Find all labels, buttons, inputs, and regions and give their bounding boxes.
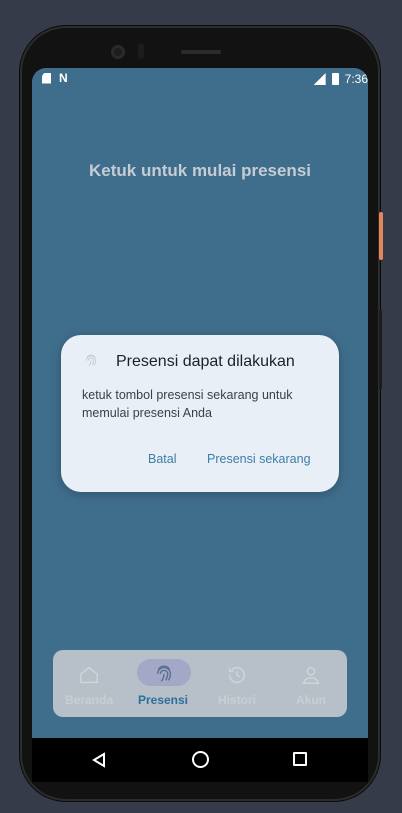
nav-label-histori: Histori bbox=[217, 693, 256, 707]
home-icon bbox=[80, 666, 98, 684]
front-camera bbox=[111, 45, 125, 59]
nav-item-presensi[interactable]: Presensi bbox=[127, 650, 199, 717]
nav-label-akun: Akun bbox=[296, 693, 326, 707]
bottom-navigation: Beranda Presensi Histori Akun bbox=[53, 650, 347, 717]
status-bar: N LTE 7:36 bbox=[32, 68, 368, 90]
attend-now-button[interactable]: Presensi sekarang bbox=[207, 452, 311, 466]
app-screen: N LTE 7:36 Ketuk untuk mulai presensi Pr… bbox=[32, 68, 368, 738]
sd-card-icon bbox=[42, 72, 51, 84]
fingerprint-icon bbox=[85, 354, 97, 367]
nav-item-akun[interactable]: Akun bbox=[275, 650, 347, 717]
history-icon bbox=[228, 667, 246, 684]
nav-item-beranda[interactable]: Beranda bbox=[53, 650, 125, 717]
nav-label-beranda: Beranda bbox=[64, 693, 114, 707]
system-navigation-bar bbox=[32, 738, 368, 782]
power-button[interactable] bbox=[379, 212, 383, 260]
recents-square-icon[interactable] bbox=[293, 752, 307, 766]
status-time: 7:36 bbox=[344, 72, 368, 86]
n-notification-icon: N bbox=[59, 71, 68, 85]
earpiece-speaker bbox=[181, 50, 221, 54]
back-icon[interactable] bbox=[92, 752, 106, 768]
dialog-title: Presensi dapat dilakukan bbox=[116, 353, 295, 370]
signal-icon: LTE bbox=[313, 73, 326, 85]
volume-button[interactable] bbox=[379, 310, 382, 390]
proximity-sensor bbox=[138, 43, 144, 59]
cancel-button[interactable]: Batal bbox=[148, 452, 177, 466]
home-circle-icon[interactable] bbox=[192, 751, 209, 768]
fingerprint-icon bbox=[156, 665, 172, 682]
network-label: LTE bbox=[307, 71, 319, 77]
nav-item-histori[interactable]: Histori bbox=[201, 650, 273, 717]
person-icon bbox=[302, 666, 320, 684]
dialog-message: ketuk tombol presensi sekarang untuk mem… bbox=[82, 388, 293, 420]
nav-label-presensi: Presensi bbox=[137, 693, 189, 707]
attendance-dialog: Presensi dapat dilakukan ketuk tombol pr… bbox=[61, 335, 339, 492]
battery-icon bbox=[331, 73, 339, 85]
page-headline: Ketuk untuk mulai presensi bbox=[89, 161, 311, 180]
